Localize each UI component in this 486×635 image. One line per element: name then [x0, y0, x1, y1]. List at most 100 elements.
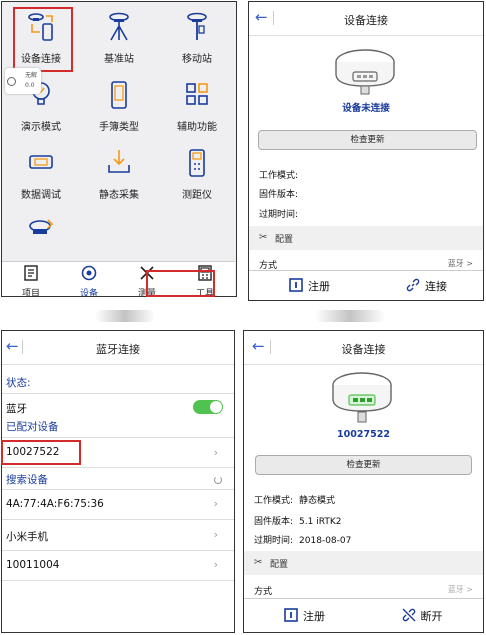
device-connect-screen-connected: ← 设备连接 10027522 检查更新 工作模式: 静态模式 固件版本: 5.1 …: [243, 330, 484, 633]
header: ← 设备连接: [244, 331, 483, 365]
check-update-button[interactable]: 检查更新: [255, 455, 472, 475]
grid-item-label: 手簿类型: [99, 122, 139, 133]
search-section-label: 搜索设备: [6, 474, 48, 486]
register-icon: [289, 278, 303, 292]
wrench-icon: ✂: [259, 232, 268, 243]
grid-item-data-debug[interactable]: 数据调试: [2, 146, 80, 210]
grid-item-label: 测距仪: [182, 190, 212, 201]
base-station-icon: [109, 12, 129, 41]
grid-item-rover[interactable]: 移动站: [158, 10, 236, 74]
rover-icon: [187, 12, 207, 40]
found-device-item[interactable]: 4A:77:4A:F6:75:36: [6, 498, 104, 510]
method-value[interactable]: 蓝牙 >: [448, 258, 473, 269]
unlink-icon: [402, 608, 415, 622]
divider: [2, 519, 234, 520]
rangefinder-icon: [189, 149, 205, 177]
work-mode-value: 静态模式: [299, 496, 336, 506]
solution-status: 无解: [25, 72, 38, 79]
found-device-item[interactable]: 小米手机: [6, 529, 48, 544]
work-mode-label: 工作模式:: [254, 496, 294, 506]
chevron-right-icon: ›: [213, 558, 218, 571]
firmware-value: 5.1 iRTK2: [299, 517, 342, 527]
config-label: 配置: [275, 235, 294, 245]
divider: [2, 393, 234, 394]
blur-mark: [95, 310, 155, 322]
expire-label: 过期时间:: [254, 536, 294, 546]
toggle-knob: [210, 401, 222, 413]
solution-value: 0.0: [25, 82, 35, 89]
status-dot: [7, 77, 16, 86]
device-settings-icon: [29, 219, 54, 234]
header: ← 蓝牙连接: [2, 331, 234, 365]
paired-section-label: 已配对设备: [6, 421, 59, 433]
method-label: 方式: [254, 587, 273, 597]
bluetooth-connect-screen: ← 蓝牙连接 状态: 蓝牙 已配对设备 10027522 › 搜索设备 4A:7…: [1, 330, 235, 633]
solution-status-widget[interactable]: 无解 0.0: [5, 68, 41, 94]
expire-label: 过期时间:: [259, 210, 299, 220]
device-id: 10027522: [337, 429, 390, 440]
status-section-label: 状态:: [6, 377, 31, 389]
grid-item-label: 静态采集: [99, 190, 139, 201]
disconnect-button[interactable]: 断开: [364, 599, 484, 632]
highlight-paired-device: [1, 440, 81, 465]
connect-button[interactable]: 连接: [366, 271, 483, 300]
receiver-icon: [332, 372, 392, 423]
device-icon: [81, 265, 97, 281]
connect-label: 连接: [425, 280, 447, 293]
auxiliary-icon: [186, 83, 208, 105]
divider: [2, 437, 234, 438]
grid-item-label: 演示模式: [21, 122, 61, 133]
bottom-action-bar: 注册 断开: [244, 598, 483, 632]
tab-label: 设备: [79, 289, 98, 297]
grid-item-handbook-type[interactable]: 手簿类型: [80, 78, 158, 142]
register-label: 注册: [308, 280, 330, 293]
handbook-type-icon: [111, 81, 127, 109]
tab-project[interactable]: 项目: [2, 264, 60, 297]
grid-item-rangefinder[interactable]: 测距仪: [158, 146, 236, 210]
highlight-connect-button: [146, 270, 215, 297]
chevron-right-icon: ›: [213, 497, 218, 510]
bottom-action-bar: 注册 连接: [249, 270, 483, 300]
project-icon: [24, 265, 38, 281]
highlight-device-connect: [13, 7, 73, 72]
grid-item-auxiliary[interactable]: 辅助功能: [158, 78, 236, 142]
disconnect-label: 断开: [420, 610, 443, 623]
searching-spinner-icon: [214, 476, 222, 484]
data-debug-icon: [29, 155, 53, 169]
divider: [2, 467, 234, 468]
firmware-row: 固件版本: 5.1 iRTK2: [254, 514, 341, 527]
grid-item-label: 基准站: [104, 54, 134, 65]
register-button[interactable]: 注册: [244, 599, 364, 632]
grid-item-static-collect[interactable]: 静态采集: [80, 146, 158, 210]
grid-item-label: 数据调试: [21, 190, 61, 201]
chevron-right-icon: ›: [213, 528, 218, 541]
tab-device[interactable]: 设备: [60, 264, 118, 297]
grid-item-label: 移动站: [182, 54, 212, 65]
expire-row: 过期时间: 2018-08-07: [254, 533, 351, 546]
blur-mark: [315, 310, 385, 322]
page-title: 设备连接: [341, 343, 386, 356]
work-mode-row: 工作模式: 静态模式: [254, 493, 335, 506]
device-status: 设备未连接: [342, 103, 390, 114]
page-title: 设备连接: [344, 14, 388, 27]
header: ← 设备连接: [249, 2, 483, 36]
grid-item-label: 辅助功能: [177, 122, 217, 133]
receiver-icon: [335, 49, 395, 95]
wrench-icon: ✂: [254, 557, 263, 568]
method-value[interactable]: 蓝牙 >: [448, 584, 473, 595]
bluetooth-toggle[interactable]: [193, 400, 223, 414]
chevron-right-icon: ›: [213, 446, 218, 459]
tab-label: 项目: [21, 289, 40, 297]
register-icon: [284, 608, 298, 622]
register-button[interactable]: 注册: [249, 271, 366, 300]
device-menu-screen: 设备连接 基准站 移动站 演示模式 手簿类型 辅助功能 数据调试 静态采集 测距…: [1, 1, 237, 297]
expire-value: 2018-08-07: [299, 536, 352, 546]
static-collect-icon: [108, 150, 130, 173]
divider: [2, 550, 234, 551]
grid-item-base-station[interactable]: 基准站: [80, 10, 158, 74]
work-mode-label: 工作模式:: [259, 171, 299, 181]
check-update-button[interactable]: 检查更新: [258, 130, 477, 150]
config-section: ✂ 配置: [244, 551, 483, 575]
divider: [2, 489, 234, 490]
found-device-item[interactable]: 10011004: [6, 559, 59, 571]
